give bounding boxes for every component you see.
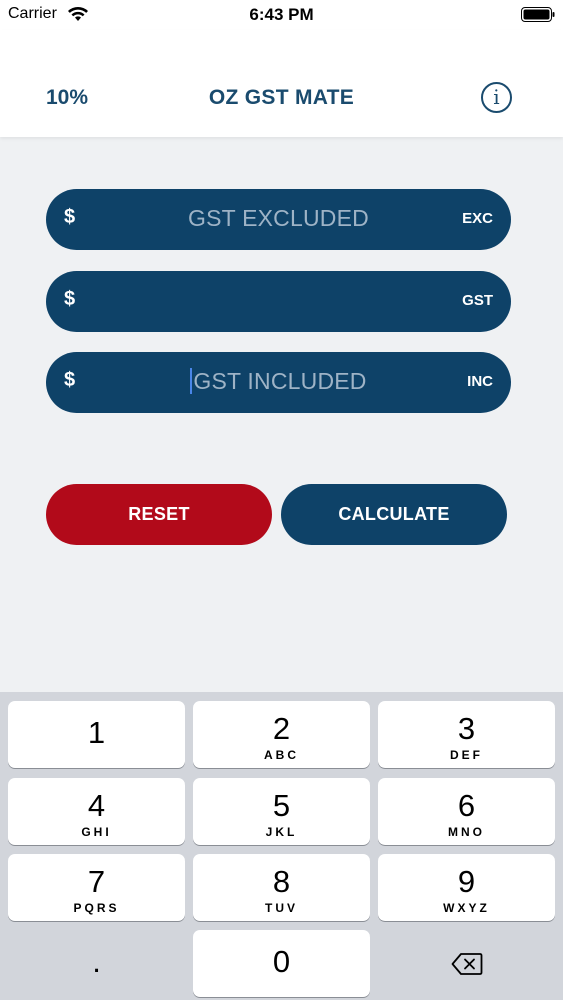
- key-digit: 8: [272, 864, 291, 899]
- backspace-icon: [451, 953, 483, 975]
- gst-included-placeholder: GST INCLUDED: [193, 368, 367, 394]
- currency-symbol: $: [64, 206, 76, 228]
- key-2[interactable]: 2 ABC: [193, 701, 370, 768]
- key-letters: ABC: [264, 748, 299, 762]
- key-letters: PQRS: [73, 901, 120, 915]
- key-6[interactable]: 6 MNO: [378, 778, 555, 845]
- currency-symbol: $: [64, 369, 76, 391]
- currency-symbol: $: [64, 288, 76, 310]
- status-bar: Carrier 6:43 PM: [0, 0, 563, 30]
- inc-suffix-label: INC: [467, 373, 493, 390]
- gst-excluded-field[interactable]: $ GST EXCLUDED EXC: [46, 189, 511, 250]
- gst-suffix-label: GST: [462, 292, 493, 309]
- key-digit: 5: [272, 788, 291, 823]
- key-letters: WXYZ: [443, 901, 490, 915]
- number-pad-keyboard: 1 2 ABC 3 DEF 4 GHI 5 JKL 6 MNO 7 PQRS 8…: [0, 692, 563, 1000]
- key-digit: 4: [87, 788, 106, 823]
- key-digit: 9: [457, 864, 476, 899]
- key-8[interactable]: 8 TUV: [193, 854, 370, 921]
- app-title: OZ GST MATE: [208, 86, 355, 109]
- key-letters: GHI: [81, 825, 112, 839]
- key-delete[interactable]: [378, 930, 555, 997]
- key-5[interactable]: 5 JKL: [193, 778, 370, 845]
- key-letters: DEF: [450, 748, 483, 762]
- battery-icon: [521, 7, 555, 22]
- calculate-button[interactable]: CALCULATE: [281, 484, 507, 545]
- gst-included-placeholder-wrap: GST INCLUDED: [106, 368, 451, 395]
- info-icon[interactable]: i: [481, 82, 512, 113]
- decimal-point-label: .: [92, 944, 101, 979]
- status-time: 6:43 PM: [249, 5, 314, 24]
- key-0[interactable]: 0: [193, 930, 370, 997]
- reset-button[interactable]: RESET: [46, 484, 272, 545]
- nav-bar: 10% OZ GST MATE i: [0, 30, 563, 137]
- key-7[interactable]: 7 PQRS: [8, 854, 185, 921]
- key-digit: 3: [457, 711, 476, 746]
- exc-suffix-label: EXC: [462, 210, 493, 227]
- key-digit: 1: [87, 715, 106, 750]
- key-digit: 0: [272, 944, 291, 979]
- key-3[interactable]: 3 DEF: [378, 701, 555, 768]
- gst-excluded-placeholder: GST EXCLUDED: [188, 205, 369, 231]
- gst-amount-field[interactable]: $ GST: [46, 271, 511, 332]
- key-letters: JKL: [265, 825, 298, 839]
- key-9[interactable]: 9 WXYZ: [378, 854, 555, 921]
- key-digit: 7: [87, 864, 106, 899]
- key-letters: TUV: [265, 901, 298, 915]
- key-decimal[interactable]: .: [8, 930, 185, 997]
- key-1[interactable]: 1: [8, 701, 185, 768]
- gst-included-field[interactable]: $ GST INCLUDED INC: [46, 352, 511, 413]
- key-digit: 6: [457, 788, 476, 823]
- key-digit: 2: [272, 711, 291, 746]
- key-4[interactable]: 4 GHI: [8, 778, 185, 845]
- key-letters: MNO: [448, 825, 485, 839]
